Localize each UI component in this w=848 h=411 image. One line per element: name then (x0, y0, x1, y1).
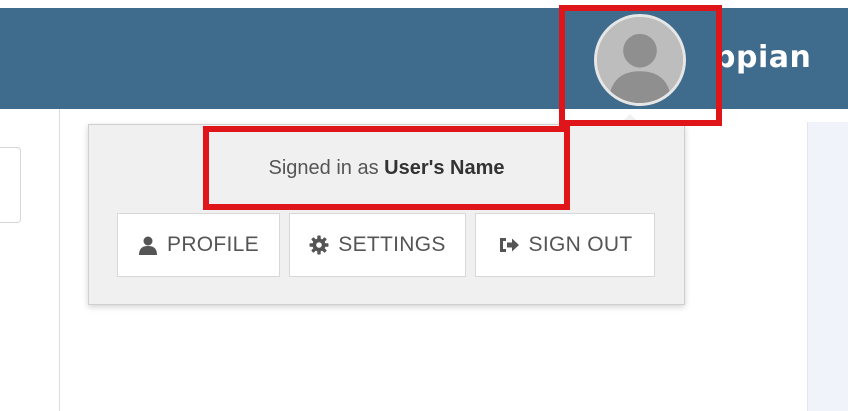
settings-button[interactable]: SETTINGS (289, 213, 466, 277)
user-avatar-button[interactable] (594, 14, 686, 106)
settings-label: SETTINGS (338, 233, 446, 256)
gear-icon (309, 235, 329, 255)
panel-divider (59, 109, 60, 411)
signed-in-prefix: Signed in as (268, 157, 379, 179)
top-strip (0, 0, 848, 8)
profile-button[interactable]: PROFILE (117, 213, 280, 277)
user-avatar-icon (597, 17, 683, 103)
brand-logo: ppian (714, 40, 812, 75)
sign-out-button[interactable]: SIGN OUT (475, 213, 655, 277)
user-name: User's Name (384, 157, 505, 179)
signed-in-text: Signed in as User's Name (0, 157, 773, 180)
sign-out-label: SIGN OUT (528, 233, 633, 256)
menu-caret (620, 114, 640, 124)
right-side-panel (807, 122, 848, 411)
profile-label: PROFILE (167, 233, 259, 256)
sign-out-icon (498, 236, 520, 254)
user-icon (138, 235, 158, 255)
